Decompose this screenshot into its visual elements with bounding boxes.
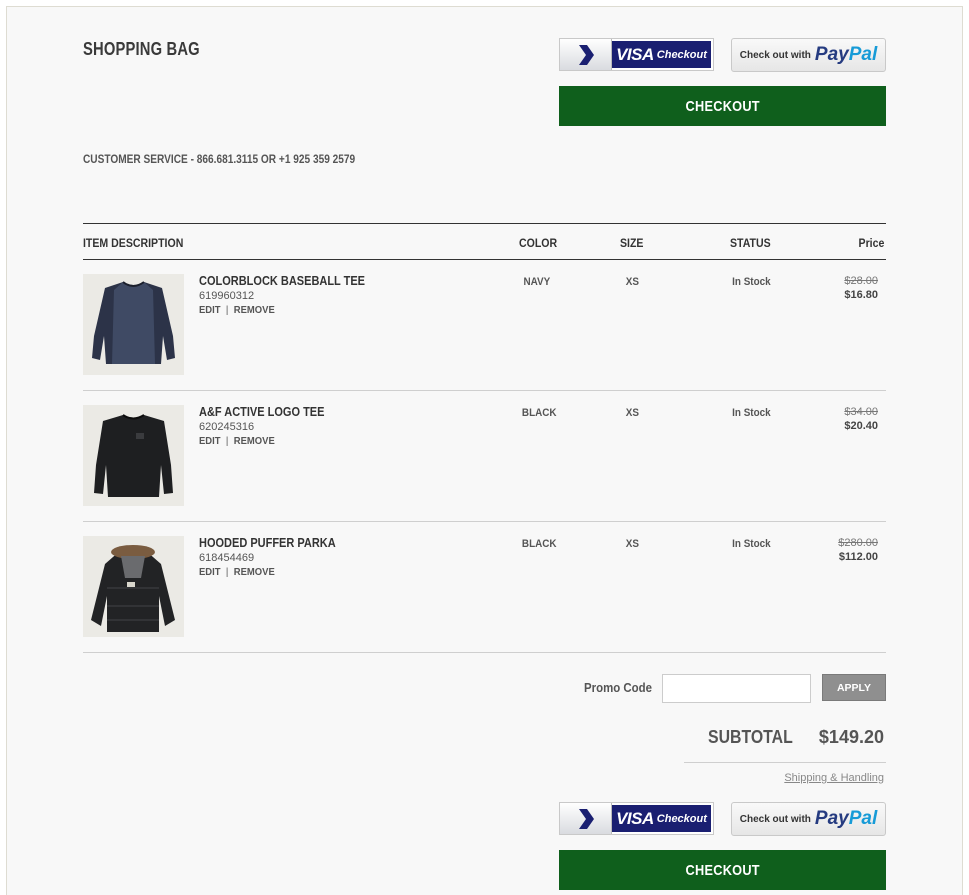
paypal-logo-pay: Pay <box>814 44 849 65</box>
chevron-right-icon <box>560 39 612 70</box>
paypal-logo-pal: Pal <box>848 808 878 829</box>
item-color: NAVY <box>523 276 551 288</box>
item-actions: EDIT | REMOVE <box>199 566 275 578</box>
subtotal-divider <box>684 762 886 763</box>
remove-link[interactable]: REMOVE <box>234 304 275 316</box>
paypal-logo-pal: Pal <box>848 44 878 65</box>
visa-checkout-word: Checkout <box>656 48 707 61</box>
header-size: SIZE <box>620 236 644 250</box>
subtotal-label: SUBTOTAL <box>708 727 793 747</box>
paypal-checkout-button-bottom[interactable]: Check out with Pay Pal <box>731 802 886 836</box>
checkout-button-label: CHECKOUT <box>685 97 760 115</box>
price-original: $28.00 <box>844 275 878 287</box>
shipping-handling-link[interactable]: Shipping & Handling <box>784 772 884 784</box>
price-original: $280.00 <box>838 537 878 549</box>
checkout-button-label: CHECKOUT <box>685 861 760 879</box>
paypal-logo-pay: Pay <box>814 808 849 829</box>
apply-promo-button[interactable]: APPLY <box>822 674 886 701</box>
customer-service-text: CUSTOMER SERVICE - 866.681.3115 OR +1 92… <box>83 154 356 166</box>
promo-code-input[interactable] <box>662 674 811 703</box>
header-item-description: ITEM DESCRIPTION <box>83 236 184 250</box>
item-status: In Stock <box>732 407 771 419</box>
item-actions: EDIT | REMOVE <box>199 304 275 316</box>
price-sale: $20.40 <box>844 420 878 432</box>
item-actions: EDIT | REMOVE <box>199 435 275 447</box>
item-sku: 618454469 <box>199 552 255 564</box>
item-name[interactable]: HOODED PUFFER PARKA <box>199 536 336 550</box>
promo-code-label: Promo Code <box>584 680 653 695</box>
item-size: XS <box>625 276 639 288</box>
action-separator: | <box>225 304 229 316</box>
item-sku: 620245316 <box>199 421 255 433</box>
black-puffer-parka-icon[interactable] <box>83 536 184 637</box>
visa-checkout-button-bottom[interactable]: VISA Checkout <box>559 802 714 835</box>
action-separator: | <box>225 566 229 578</box>
visa-word: VISA <box>616 44 654 64</box>
item-size: XS <box>625 407 639 419</box>
action-separator: | <box>225 435 229 447</box>
visa-word: VISA <box>616 808 654 828</box>
header-status: STATUS <box>730 236 771 250</box>
paypal-checkout-button-top[interactable]: Check out with Pay Pal <box>731 38 886 72</box>
edit-link[interactable]: EDIT <box>199 435 221 447</box>
item-name[interactable]: COLORBLOCK BASEBALL TEE <box>199 274 365 288</box>
paypal-prefix: Check out with <box>739 813 811 825</box>
price-original: $34.00 <box>844 406 878 418</box>
subtotal-value: $149.20 <box>818 727 884 747</box>
header-price: Price <box>858 236 884 250</box>
remove-link[interactable]: REMOVE <box>234 435 275 447</box>
edit-link[interactable]: EDIT <box>199 566 221 578</box>
edit-link[interactable]: EDIT <box>199 304 221 316</box>
visa-checkout-word: Checkout <box>656 812 707 825</box>
item-name[interactable]: A&F ACTIVE LOGO TEE <box>199 405 324 419</box>
checkout-button-top[interactable]: CHECKOUT <box>559 86 886 126</box>
checkout-button-bottom[interactable]: CHECKOUT <box>559 850 886 890</box>
navy-raglan-tee-icon[interactable] <box>83 274 184 375</box>
header-color: COLOR <box>519 236 558 250</box>
row-divider <box>83 390 886 391</box>
item-color: BLACK <box>521 538 557 550</box>
item-status: In Stock <box>732 276 771 288</box>
price-sale: $16.80 <box>844 289 878 301</box>
paypal-prefix: Check out with <box>739 49 811 61</box>
table-top-rule <box>83 223 886 224</box>
page-frame: SHOPPING BAG CUSTOMER SERVICE - 866.681.… <box>6 6 963 895</box>
visa-logo: VISA Checkout <box>612 41 711 68</box>
item-sku: 619960312 <box>199 290 255 302</box>
row-divider <box>83 652 886 653</box>
item-size: XS <box>625 538 639 550</box>
price-sale: $112.00 <box>838 551 878 563</box>
remove-link[interactable]: REMOVE <box>234 566 275 578</box>
visa-logo: VISA Checkout <box>612 805 711 832</box>
table-header-rule <box>83 259 886 260</box>
item-status: In Stock <box>732 538 771 550</box>
black-long-sleeve-tee-icon[interactable] <box>83 405 184 506</box>
item-color: BLACK <box>521 407 557 419</box>
page-title: SHOPPING BAG <box>83 39 200 59</box>
chevron-right-icon <box>560 803 612 834</box>
row-divider <box>83 521 886 522</box>
visa-checkout-button-top[interactable]: VISA Checkout <box>559 38 714 71</box>
